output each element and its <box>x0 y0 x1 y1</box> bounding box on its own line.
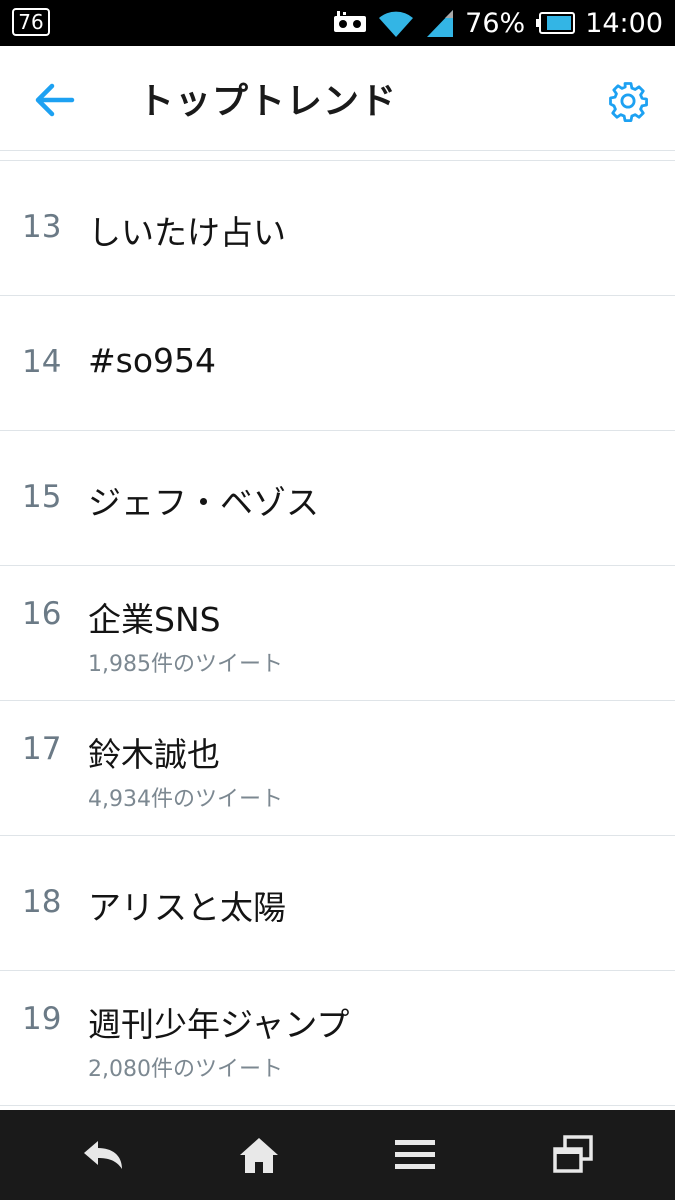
notification-count: 76 <box>12 8 50 36</box>
trend-row[interactable]: 14 #so954 <box>0 296 675 431</box>
trend-name: アリスと太陽 <box>88 888 286 927</box>
voicemail-icon <box>333 10 367 36</box>
trend-name: #so954 <box>88 341 217 380</box>
trend-rank: 17 <box>22 731 62 767</box>
trend-rank: 19 <box>22 1001 62 1037</box>
nav-recent-apps-button[interactable] <box>548 1130 598 1180</box>
wifi-icon <box>377 8 415 38</box>
home-icon <box>240 1138 278 1173</box>
trend-row[interactable]: 19 週刊少年ジャンプ 2,080件のツイート <box>0 971 675 1106</box>
settings-button[interactable] <box>607 80 649 122</box>
notification-indicator: 76 <box>12 8 50 36</box>
back-icon <box>84 1141 122 1169</box>
battery-icon <box>535 12 576 34</box>
status-bar: 76 76% 14:00 <box>0 0 675 46</box>
trend-row[interactable]: 18 アリスと太陽 <box>0 836 675 971</box>
battery-percent: 76% <box>465 7 526 39</box>
trend-name: ジェフ・ベゾス <box>88 483 319 522</box>
nav-menu-button[interactable] <box>390 1130 440 1180</box>
trend-name: 企業SNS <box>88 600 221 639</box>
menu-icon <box>395 1140 435 1169</box>
trends-list: 13 しいたけ占い 14 #so954 15 ジェフ・ベゾス 16 企業SNS … <box>0 160 675 1106</box>
page-title: トップトレンド <box>138 81 398 122</box>
back-button[interactable] <box>32 80 80 120</box>
clock: 14:00 <box>585 7 663 39</box>
recent-apps-icon <box>553 1135 593 1173</box>
signal-icon <box>425 8 455 38</box>
trend-rank: 14 <box>22 344 62 380</box>
nav-home-button[interactable] <box>234 1130 284 1180</box>
trend-rank: 13 <box>22 209 62 245</box>
trend-rank: 16 <box>22 596 62 632</box>
trend-row[interactable]: 15 ジェフ・ベゾス <box>0 431 675 566</box>
trend-tweet-count: 4,934件のツイート <box>88 787 283 812</box>
trend-tweet-count: 1,985件のツイート <box>88 652 283 677</box>
trend-rank: 18 <box>22 884 62 920</box>
trend-name: 鈴木誠也 <box>88 735 220 774</box>
gear-icon <box>609 82 648 122</box>
system-nav-bar <box>0 1110 675 1200</box>
nav-back-button[interactable] <box>78 1130 128 1180</box>
trend-name: しいたけ占い <box>88 213 286 252</box>
trend-tweet-count: 2,080件のツイート <box>88 1057 283 1082</box>
trend-row[interactable]: 13 しいたけ占い <box>0 161 675 296</box>
trend-rank: 15 <box>22 479 62 515</box>
trend-name: 週刊少年ジャンプ <box>88 1005 350 1044</box>
trend-row[interactable]: 16 企業SNS 1,985件のツイート <box>0 566 675 701</box>
app-header: トップトレンド <box>0 46 675 151</box>
trend-row[interactable]: 17 鈴木誠也 4,934件のツイート <box>0 701 675 836</box>
arrow-left-icon <box>35 83 75 117</box>
